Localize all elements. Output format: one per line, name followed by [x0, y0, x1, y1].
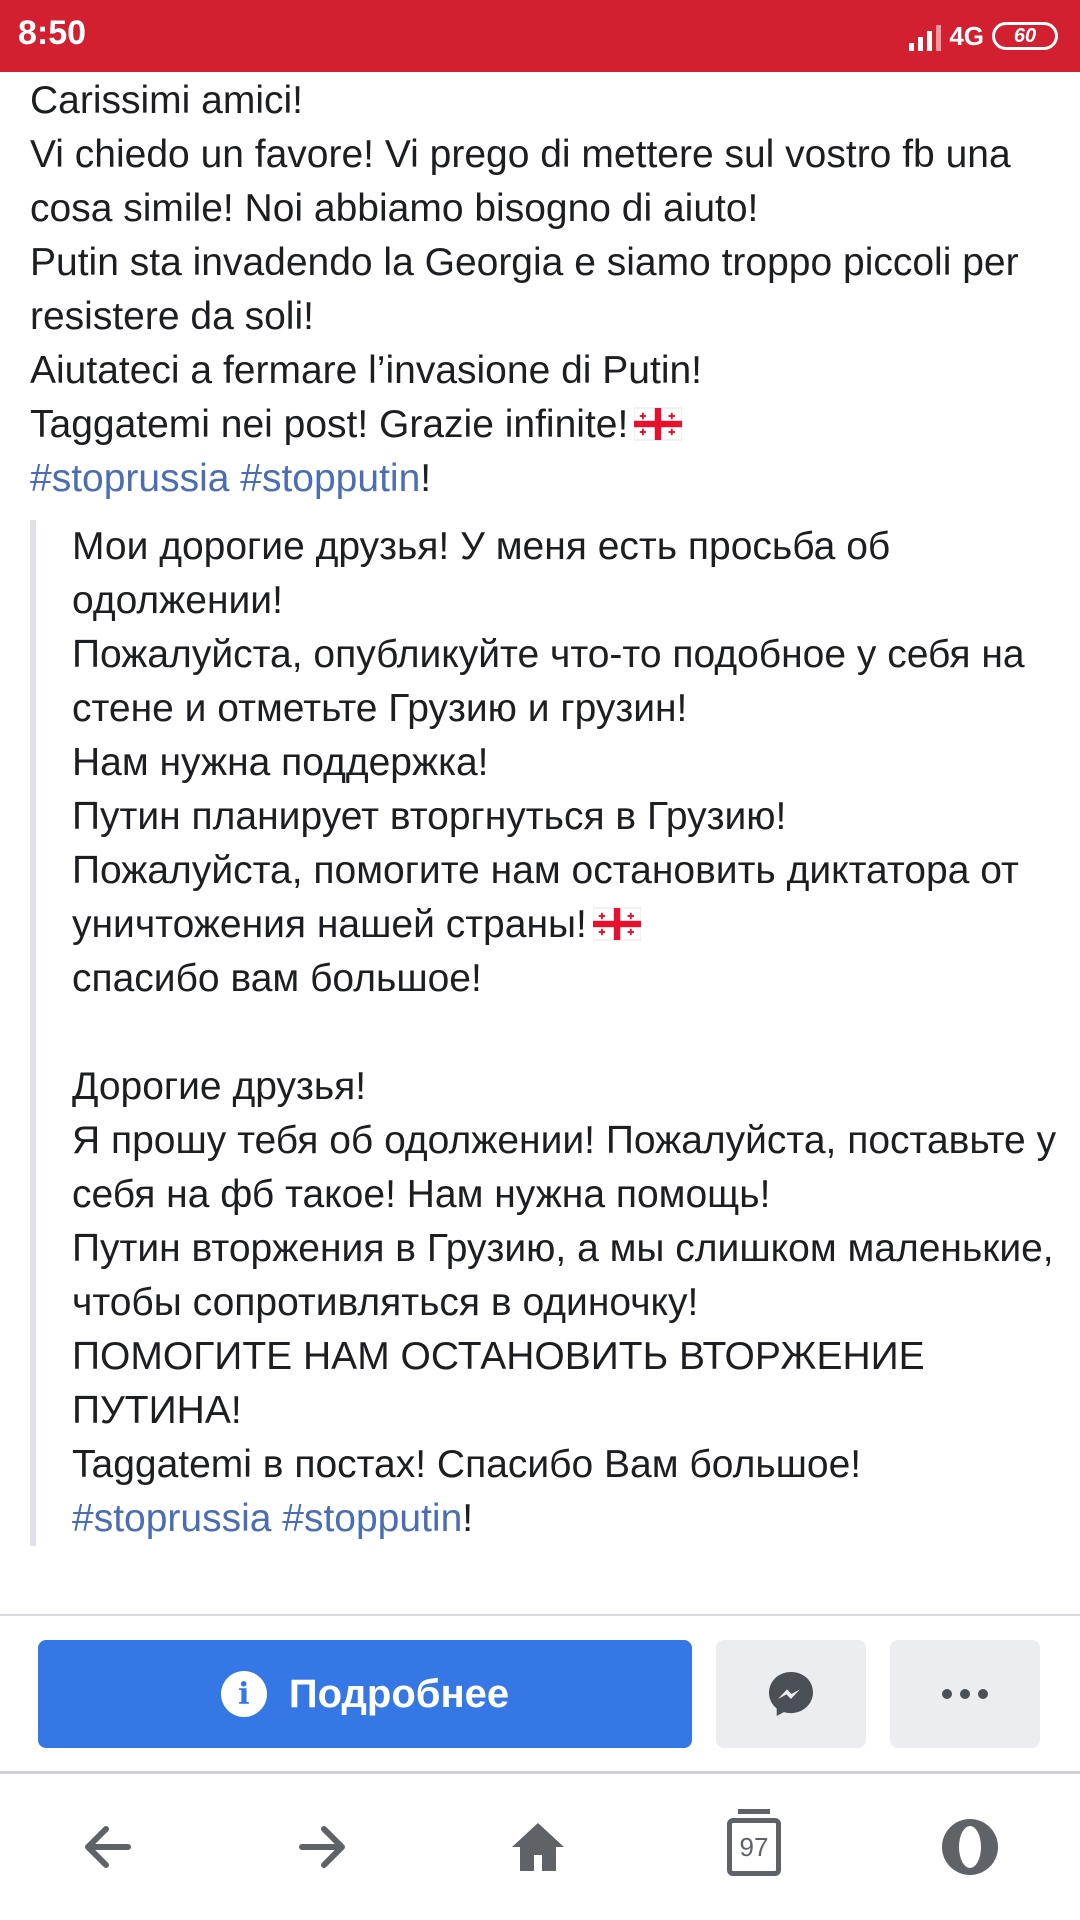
tabs-icon: 97 [727, 1809, 781, 1876]
post-line: Putin sta invadendo la Georgia e siamo t… [30, 241, 1030, 338]
quote-line: Дорогие друзья! [72, 1065, 367, 1108]
quote-line: Путин планирует вторгнуться в Грузию! [72, 795, 787, 838]
status-bar: 8:50 4G 60 [0, 0, 1080, 72]
quote-line: Пожалуйста, помогите нам остановить дикт… [72, 844, 1060, 952]
post-line-text: Taggatemi nei post! Grazie infinite! [30, 403, 629, 446]
network-type: 4G [949, 20, 984, 51]
hashtag-suffix: ! [420, 457, 432, 500]
quote-line: Я прошу тебя об одолжении! Пожалуйста, п… [72, 1119, 1067, 1216]
georgia-flag-icon [592, 907, 641, 941]
quote-line: Мои дорогие друзья! У меня есть просьба … [72, 525, 902, 622]
browser-nav-bar: 97 [0, 1777, 1080, 1920]
post-line: Vi chiedo un favore! Vi prego di mettere… [30, 133, 1022, 230]
quote-line: Taggatemi в постах! Спасибо Вам большое! [72, 1443, 862, 1486]
more-button[interactable] [890, 1640, 1040, 1748]
more-dots-icon [942, 1689, 988, 1699]
hashtag-suffix: ! [462, 1497, 474, 1540]
back-button[interactable] [68, 1807, 148, 1887]
quote-line: Нам нужна поддержка! [72, 741, 489, 784]
opera-icon [942, 1819, 998, 1875]
action-bar: i Подробнее [0, 1614, 1080, 1774]
quoted-text: Мои дорогие друзья! У меня есть просьба … [30, 520, 1060, 1546]
home-button[interactable] [498, 1807, 578, 1887]
tabs-button[interactable]: 97 [714, 1807, 794, 1887]
post-line: Taggatemi nei post! Grazie infinite! [30, 398, 1060, 452]
georgia-flag-icon [634, 407, 683, 441]
home-icon [512, 1823, 564, 1871]
learn-more-label: Подробнее [288, 1671, 510, 1716]
hashtag-line: #stoprussia #stopputin! [30, 452, 1060, 506]
quote-line: Путин вторжения в Грузию, а мы слишком м… [72, 1227, 1065, 1324]
hashtag-line: #stoprussia #stopputin! [72, 1492, 1060, 1546]
info-icon: i [220, 1671, 267, 1717]
back-arrow-icon [85, 1826, 131, 1868]
messenger-button[interactable] [716, 1640, 866, 1748]
post-line: Aiutateci a fermare l’invasione di Putin… [30, 349, 703, 392]
hashtag-link[interactable]: #stopputin [240, 457, 420, 500]
battery-icon: 60 [992, 22, 1058, 50]
quote-line: Пожалуйста, опубликуйте что-то подобное … [72, 633, 1036, 730]
forward-arrow-icon [299, 1826, 345, 1868]
signal-icon [909, 21, 942, 51]
status-indicators: 4G 60 [909, 18, 1058, 54]
post-body: Carissimi amici! Vi chiedo un favore! Vi… [30, 74, 1060, 506]
hashtag-link[interactable]: #stoprussia [30, 457, 229, 500]
opera-menu-button[interactable] [930, 1807, 1010, 1887]
forward-button[interactable] [282, 1807, 362, 1887]
quote-line-text: Пожалуйста, помогите нам остановить дикт… [72, 849, 1030, 946]
quote-line: спасибо вам большое! [72, 957, 482, 1000]
learn-more-button[interactable]: i Подробнее [38, 1640, 692, 1748]
messenger-icon [769, 1672, 813, 1716]
battery-level: 60 [1013, 24, 1037, 47]
hashtag-link[interactable]: #stopputin [282, 1497, 462, 1540]
quote-line: ПОМОГИТЕ НАМ ОСТАНОВИТЬ ВТОРЖЕНИЕ ПУТИНА… [72, 1335, 936, 1432]
hashtag-link[interactable]: #stoprussia [72, 1497, 271, 1540]
status-time: 8:50 [18, 14, 87, 52]
post-line: Carissimi amici! [30, 79, 303, 122]
tabs-count: 97 [739, 1831, 769, 1862]
